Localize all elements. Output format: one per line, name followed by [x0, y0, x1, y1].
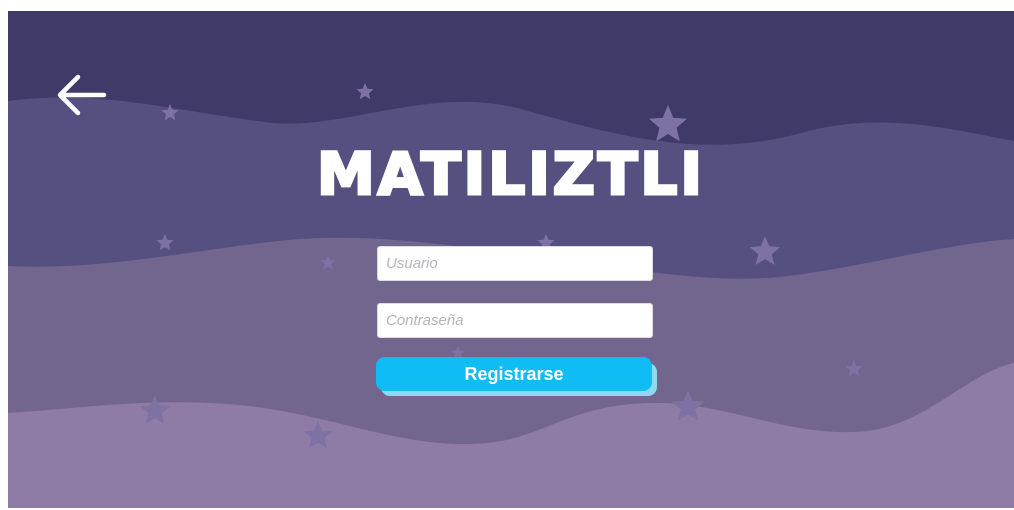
login-screen: MATILIZTLI Registrarse — [8, 11, 1014, 508]
register-button[interactable]: Registrarse — [376, 357, 652, 391]
app-logo-title: MATILIZTLI — [316, 139, 705, 210]
password-input[interactable] — [377, 303, 653, 338]
username-input[interactable] — [377, 246, 653, 281]
arrow-left-icon — [57, 74, 107, 116]
back-button[interactable] — [52, 73, 108, 117]
